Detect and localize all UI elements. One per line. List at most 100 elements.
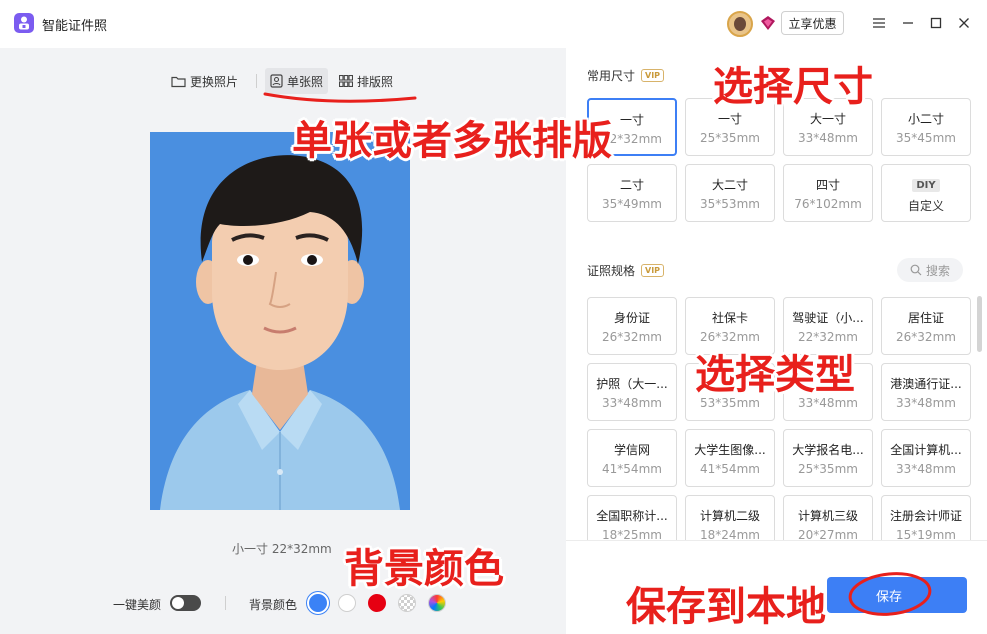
size-dim: 25*35mm [700, 131, 760, 145]
spec-sizes-label: 证照规格 [587, 264, 636, 278]
spec-name: 大学报名电... [792, 443, 864, 457]
spec-dim: 18*25mm [602, 528, 662, 540]
search-icon [910, 264, 922, 276]
single-photo-label: 单张照 [287, 74, 324, 89]
spec-name: 计算机二级 [699, 509, 760, 523]
annotation-save-local: 保存到本地 [626, 584, 826, 630]
spec-card[interactable]: 计算机三级 20*27mm [783, 495, 873, 540]
user-avatar[interactable] [727, 11, 753, 37]
bg-swatch-transparent[interactable] [398, 594, 416, 612]
spec-card[interactable]: 大学生图像... 41*54mm [685, 429, 775, 487]
tab-layout-photo[interactable]: 排版照 [334, 68, 398, 94]
spec-name: 注册会计师证 [889, 509, 962, 523]
size-name: 小二寸 [907, 112, 944, 126]
size-dim: 35*53mm [700, 197, 760, 211]
search-placeholder: 搜索 [925, 263, 950, 278]
size-name: 一寸 [717, 112, 742, 126]
size-name: 大二寸 [711, 178, 748, 192]
spec-card[interactable]: 全国计算机... 33*48mm [881, 429, 971, 487]
spec-search-input[interactable]: 搜索 [897, 258, 963, 282]
spec-card[interactable]: 港澳通行证... 33*48mm [881, 363, 971, 421]
spec-dim: 41*54mm [700, 462, 760, 476]
annotation-select-size: 选择尺寸 [713, 64, 873, 110]
vip-gem-icon [761, 16, 775, 30]
spec-name: 社保卡 [711, 311, 748, 325]
spec-name: 驾驶证（小... [792, 311, 864, 325]
bg-color-label: 背景颜色 [249, 598, 298, 612]
layout-photo-label: 排版照 [357, 74, 394, 89]
id-photo-preview [150, 132, 410, 510]
spec-name: 计算机三级 [797, 509, 858, 523]
annotation-select-type: 选择类型 [695, 352, 855, 398]
spec-name: 居住证 [907, 311, 944, 325]
size-name: 自定义 [907, 199, 944, 213]
spec-name: 身份证 [613, 311, 650, 325]
spec-card[interactable]: 全国职称计... 18*25mm [587, 495, 677, 540]
bg-swatch-custom[interactable] [428, 594, 446, 612]
spec-dim: 25*35mm [798, 462, 858, 476]
spec-dim: 26*32mm [896, 330, 956, 344]
spec-name: 大学生图像... [694, 443, 766, 457]
spec-card[interactable]: 身份证 26*32mm [587, 297, 677, 355]
preview-toolbar: 更换照片 单张照 排版照 [0, 68, 566, 96]
photo-size-caption: 小一寸 22*32mm [232, 542, 332, 556]
save-button[interactable]: 保存 [827, 577, 967, 613]
size-name: 大一寸 [809, 112, 846, 126]
spec-name: 学信网 [613, 443, 650, 457]
beauty-label: 一键美颜 [113, 598, 162, 612]
spec-scrollbar[interactable] [977, 296, 982, 352]
bg-swatch-white[interactable] [338, 594, 356, 612]
size-card[interactable]: 二寸 35*49mm [587, 164, 677, 222]
grid-icon [339, 75, 353, 87]
size-name: 二寸 [619, 178, 644, 192]
replace-photo-button[interactable]: 更换照片 [166, 68, 243, 94]
tab-single-photo[interactable]: 单张照 [265, 68, 329, 94]
spec-card[interactable]: 学信网 41*54mm [587, 429, 677, 487]
size-dim: 76*102mm [794, 197, 862, 211]
bg-swatch-blue[interactable] [309, 594, 327, 612]
spec-card[interactable]: 居住证 26*32mm [881, 297, 971, 355]
spec-dim: 33*48mm [896, 462, 956, 476]
bg-swatch-red[interactable] [368, 594, 386, 612]
minimize-icon[interactable] [899, 14, 917, 32]
app-title: 智能证件照 [42, 19, 108, 34]
close-icon[interactable] [955, 14, 973, 32]
toolbar-divider [256, 74, 257, 88]
vip-badge: VIP [641, 69, 665, 82]
annotation-bg-color: 背景颜色 [344, 546, 504, 592]
beauty-toggle[interactable] [170, 595, 201, 611]
size-dim: 35*49mm [602, 197, 662, 211]
app-logo-icon [14, 13, 34, 33]
spec-name: 护照（大一... [596, 377, 668, 391]
spec-dim: 33*48mm [602, 396, 662, 410]
size-card[interactable]: 四寸 76*102mm [783, 164, 873, 222]
spec-dim: 41*54mm [602, 462, 662, 476]
custom-size-card[interactable]: DIY 自定义 [881, 164, 971, 222]
title-bar: 智能证件照 立享优惠 [0, 0, 987, 48]
spec-card[interactable]: 护照（大一... 33*48mm [587, 363, 677, 421]
annotation-layout-mode: 单张或者多张排版 [292, 118, 612, 164]
common-sizes-label: 常用尺寸 [587, 69, 636, 83]
spec-sizes-title: 证照规格 VIP [587, 262, 665, 279]
spec-dim: 20*27mm [798, 528, 858, 540]
replace-photo-label: 更换照片 [190, 74, 239, 89]
common-sizes-title: 常用尺寸 VIP [587, 67, 665, 84]
bottom-divider [225, 596, 226, 610]
maximize-icon[interactable] [927, 14, 945, 32]
size-dim: 35*45mm [896, 131, 956, 145]
spec-dim: 18*24mm [700, 528, 760, 540]
size-name: 四寸 [815, 178, 840, 192]
spec-dim: 15*19mm [896, 528, 956, 540]
spec-name: 港澳通行证... [890, 377, 962, 391]
size-dim: 33*48mm [798, 131, 858, 145]
size-card[interactable]: 大二寸 35*53mm [685, 164, 775, 222]
promo-button[interactable]: 立享优惠 [781, 11, 844, 35]
folder-icon [171, 76, 186, 87]
spec-dim: 26*32mm [602, 330, 662, 344]
size-card[interactable]: 小二寸 35*45mm [881, 98, 971, 156]
spec-card[interactable]: 大学报名电... 25*35mm [783, 429, 873, 487]
menu-icon[interactable] [870, 14, 888, 32]
spec-card[interactable]: 计算机二级 18*24mm [685, 495, 775, 540]
spec-card[interactable]: 注册会计师证 15*19mm [881, 495, 971, 540]
spec-name: 全国职称计... [596, 509, 668, 523]
